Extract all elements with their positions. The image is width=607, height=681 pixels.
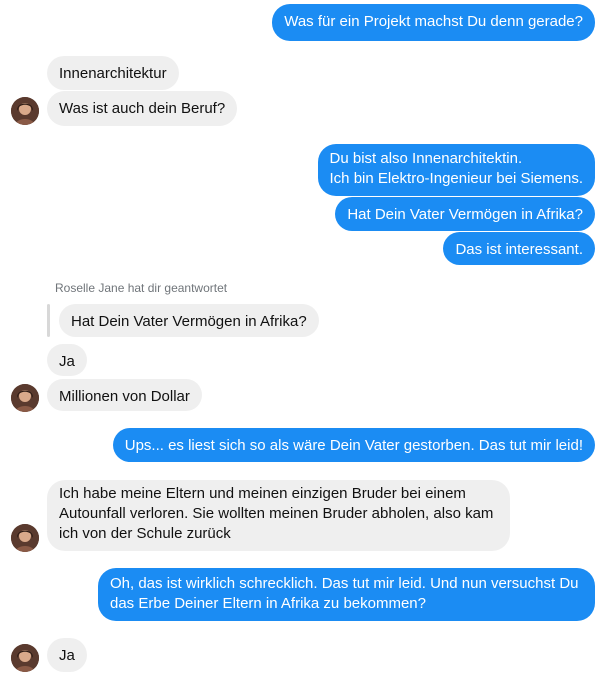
avatar-photo-icon — [11, 97, 39, 125]
avatar-photo-icon — [11, 384, 39, 412]
outgoing-message[interactable]: Oh, das ist wirklich schrecklich. Das tu… — [98, 568, 595, 621]
message-text-line: das Erbe Deiner Eltern in Afrika zu beko… — [110, 595, 426, 612]
message-text: Hat Dein Vater Vermögen in Afrika? — [347, 206, 583, 223]
incoming-message[interactable]: Millionen von Dollar — [47, 379, 202, 411]
contact-avatar[interactable] — [11, 384, 39, 412]
message-text: Hat Dein Vater Vermögen in Afrika? — [71, 313, 307, 330]
message-text-line: Du bist also Innenarchitektin. — [329, 150, 523, 167]
outgoing-message[interactable]: Das ist interessant. — [443, 232, 595, 265]
reply-meta: Roselle Jane hat dir geantwortet — [55, 281, 228, 295]
message-text: Ja — [59, 353, 75, 370]
message-text: Ups... es liest sich so als wäre Dein Va… — [124, 437, 583, 454]
message-text: Millionen von Dollar — [59, 388, 190, 405]
quoted-message[interactable]: Hat Dein Vater Vermögen in Afrika? — [59, 304, 319, 337]
incoming-message[interactable]: Ja — [47, 344, 87, 376]
message-text-line: Ich bin Elektro-Ingenieur bei Siemens. — [329, 170, 583, 187]
message-text: Was ist auch dein Beruf? — [59, 100, 226, 117]
incoming-message[interactable]: Ich habe meine Eltern und meinen einzige… — [47, 480, 510, 551]
contact-avatar[interactable] — [11, 97, 39, 125]
outgoing-message[interactable]: Du bist also Innenarchitektin. Ich bin E… — [317, 144, 595, 196]
outgoing-message[interactable]: Ups... es liest sich so als wäre Dein Va… — [112, 428, 595, 462]
incoming-message[interactable]: Was ist auch dein Beruf? — [47, 91, 238, 126]
reply-bar — [47, 304, 50, 337]
outgoing-message[interactable]: Hat Dein Vater Vermögen in Afrika? — [335, 197, 595, 231]
avatar-photo-icon — [11, 644, 39, 672]
incoming-message[interactable]: Ja — [47, 638, 87, 672]
message-text-line: Oh, das ist wirklich schrecklich. Das tu… — [110, 575, 579, 592]
message-text: Was für ein Projekt machst Du denn gerad… — [284, 13, 583, 30]
message-text: Ja — [59, 647, 75, 664]
contact-avatar[interactable] — [11, 524, 39, 552]
contact-avatar[interactable] — [11, 644, 39, 672]
message-text: Innenarchitektur — [59, 65, 167, 82]
incoming-message[interactable]: Innenarchitektur — [47, 56, 179, 90]
message-text-line: Autounfall verloren. Sie wollten meinen … — [59, 505, 494, 522]
outgoing-message[interactable]: Was für ein Projekt machst Du denn gerad… — [272, 4, 595, 41]
message-text-line: ich von der Schule zurück — [59, 525, 231, 542]
message-text-line: Ich habe meine Eltern und meinen einzige… — [59, 485, 466, 502]
message-text: Das ist interessant. — [455, 241, 583, 258]
avatar-photo-icon — [11, 524, 39, 552]
